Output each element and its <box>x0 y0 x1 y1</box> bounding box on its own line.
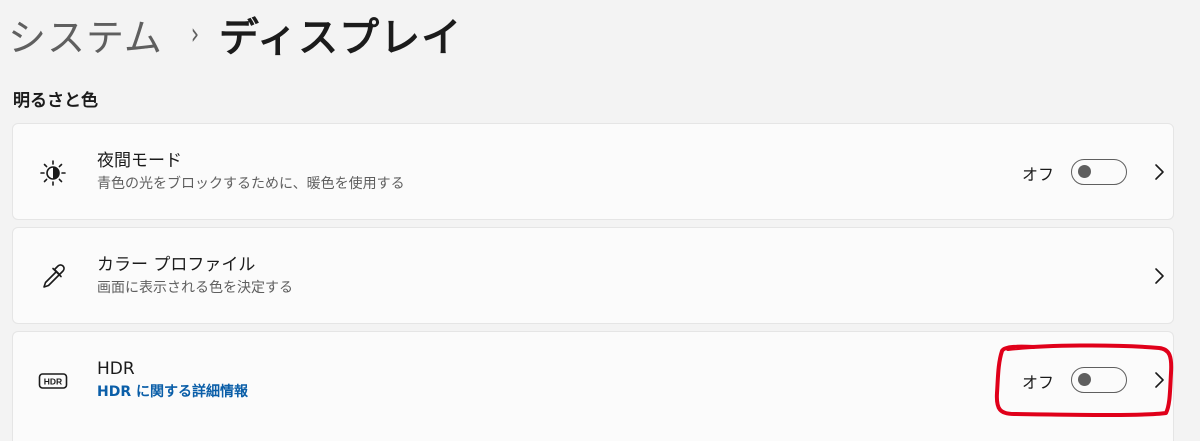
toggle-knob <box>1078 373 1091 386</box>
section-title-brightness-color: 明るさと色 <box>13 91 98 111</box>
row-title: HDR <box>97 359 135 379</box>
row-title: 夜間モード <box>97 151 182 171</box>
page-title: ディスプレイ <box>218 15 463 61</box>
chevron-right-icon[interactable] <box>1149 162 1169 182</box>
row-title: カラー プロファイル <box>97 255 256 275</box>
toggle-knob <box>1078 165 1091 178</box>
breadcrumb-system[interactable]: システム <box>8 7 163 62</box>
hdr-icon-label: HDR <box>44 377 62 387</box>
setting-row-night-light[interactable]: 夜間モード 青色の光をブロックするために、暖色を使用する オフ <box>12 123 1174 220</box>
toggle-state-label: オフ <box>1022 165 1055 184</box>
setting-row-color-profile[interactable]: カラー プロファイル 画面に表示される色を決定する <box>12 227 1174 324</box>
night-light-toggle[interactable] <box>1071 159 1127 185</box>
setting-row-hdr[interactable]: HDR HDR HDR に関する詳細情報 オフ <box>12 331 1174 441</box>
row-subtitle: 画面に表示される色を決定する <box>97 280 293 296</box>
breadcrumb-separator: › <box>190 16 200 52</box>
hdr-info-link[interactable]: HDR に関する詳細情報 <box>97 382 248 402</box>
row-subtitle: 青色の光をブロックするために、暖色を使用する <box>97 176 405 192</box>
night-light-icon <box>37 157 69 189</box>
toggle-state-label: オフ <box>1022 373 1055 392</box>
hdr-icon: HDR <box>37 365 69 397</box>
hdr-toggle[interactable] <box>1071 367 1127 393</box>
chevron-right-icon[interactable] <box>1149 266 1169 286</box>
chevron-right-icon[interactable] <box>1149 370 1169 390</box>
breadcrumb: システム › ディスプレイ <box>8 4 462 64</box>
eyedropper-icon <box>37 261 69 293</box>
